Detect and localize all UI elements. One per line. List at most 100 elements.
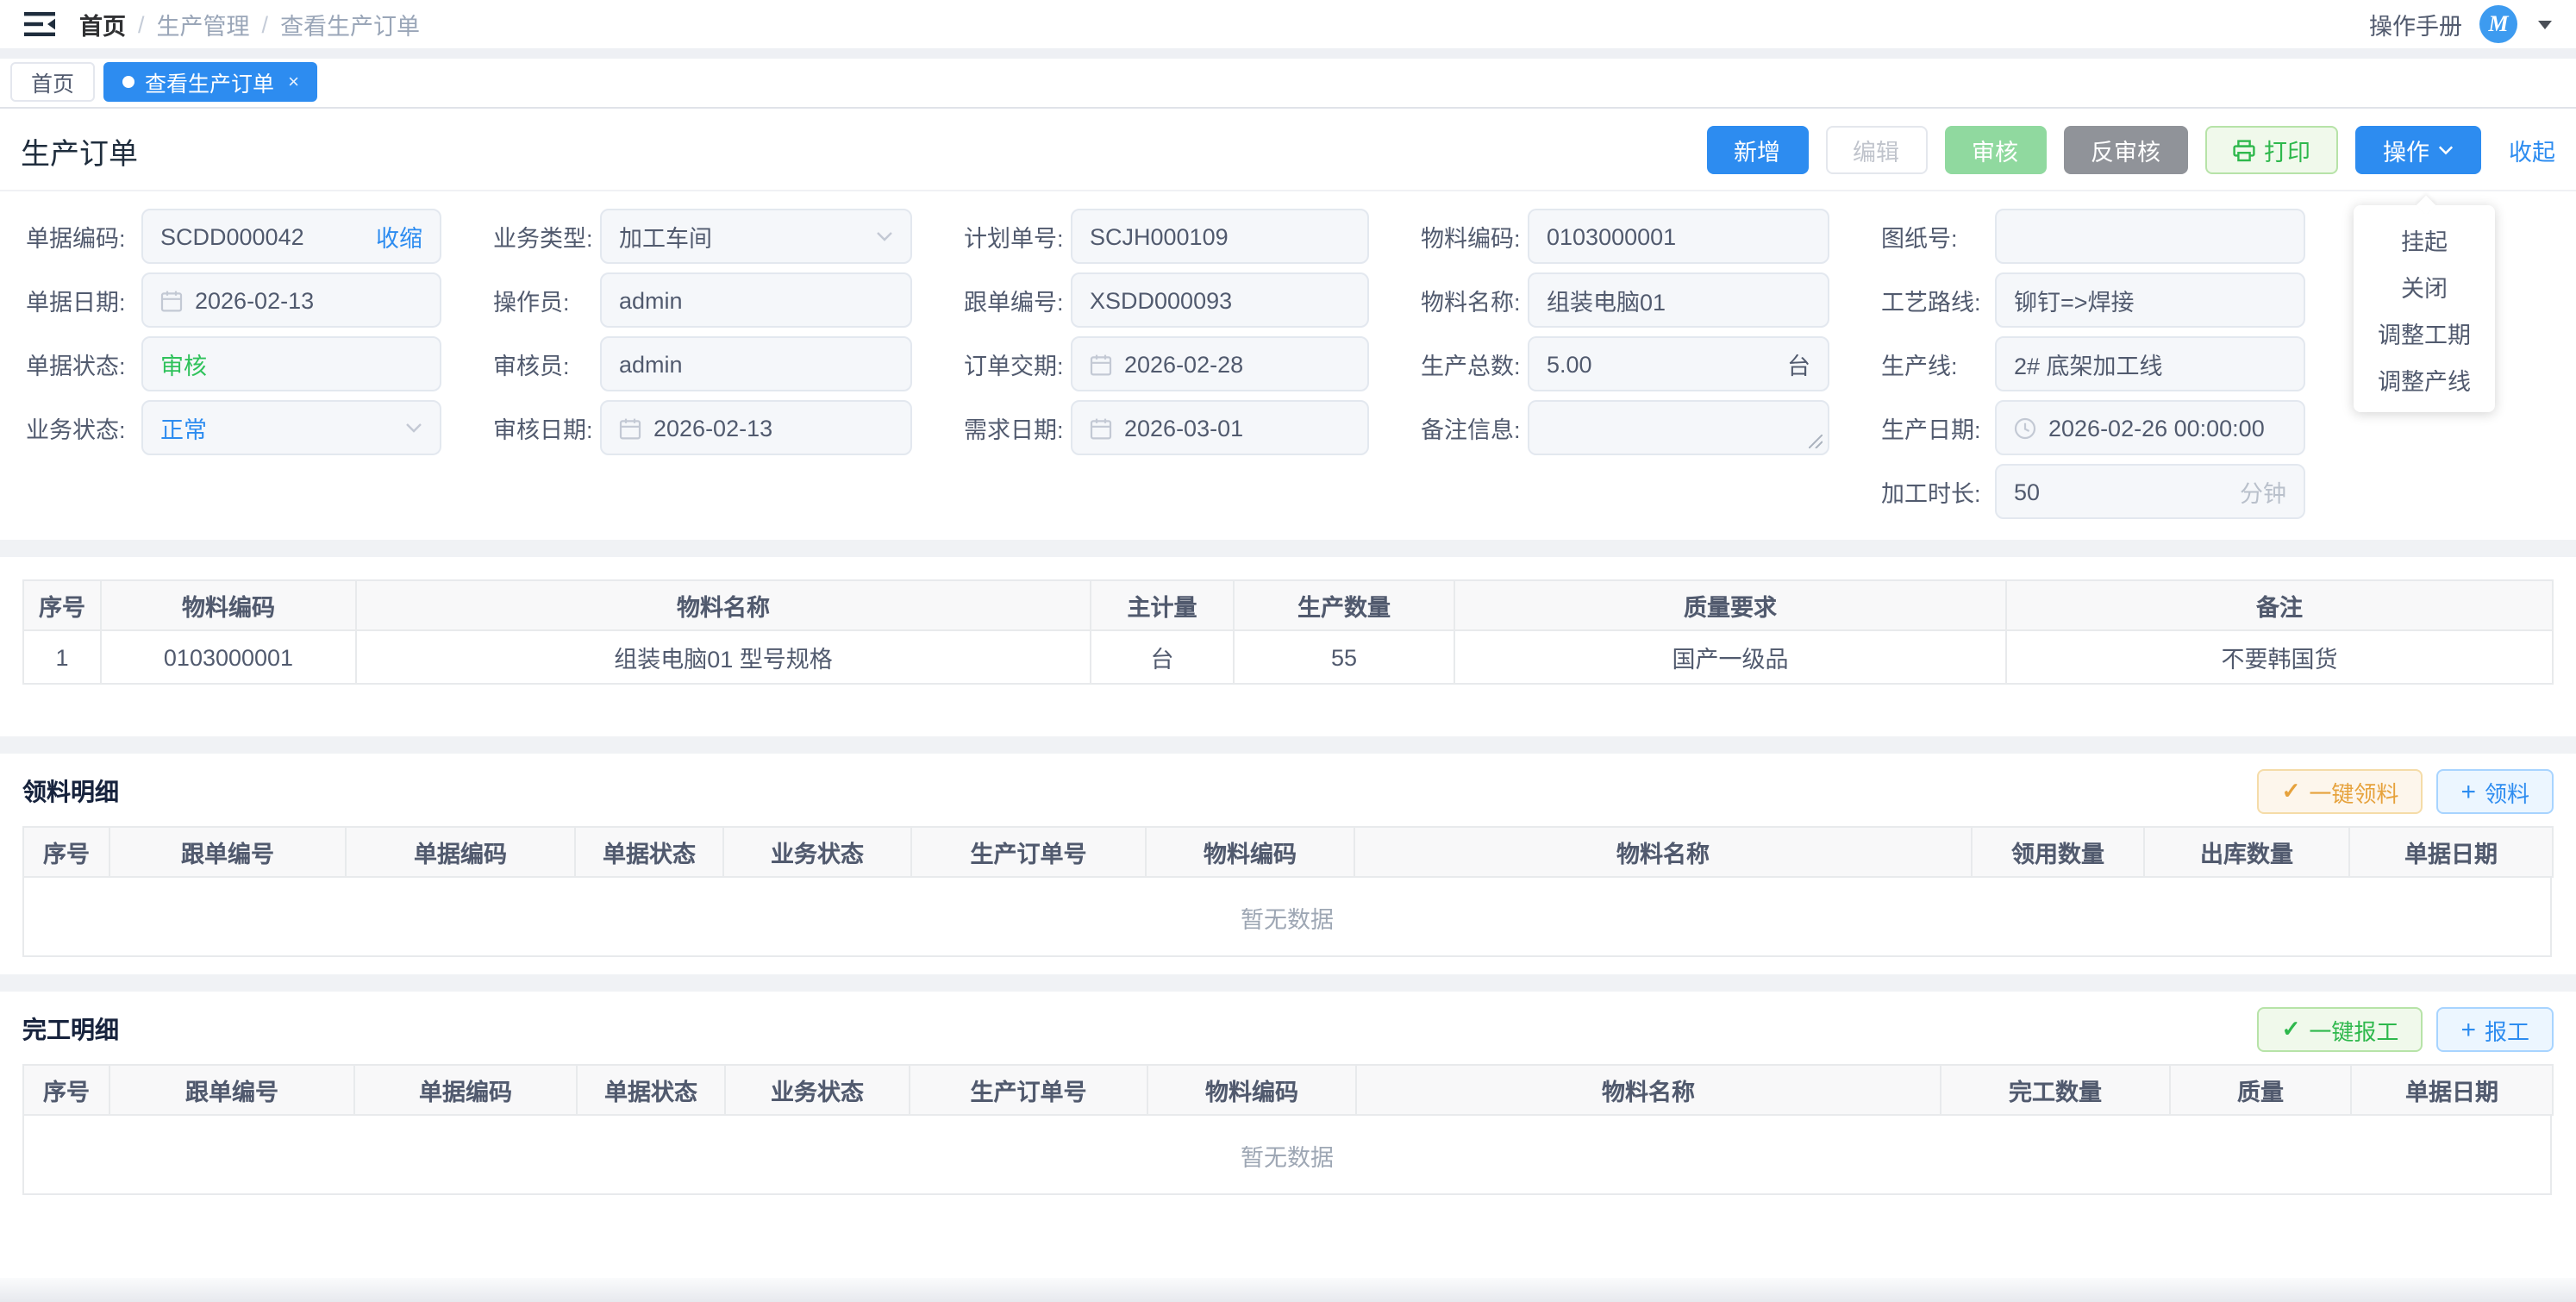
completion-buttons: ✓ 一键报工 + 报工 [2258, 1007, 2554, 1052]
process-route-input[interactable]: 铆钉=>焊接 [1995, 272, 2305, 328]
pick-label: 领料 [2485, 775, 2529, 808]
table-row[interactable]: 1 0103000001 组装电脑01 型号规格 台 55 国产一级品 不要韩国… [23, 630, 2553, 684]
column-header: 生产订单号 [911, 827, 1146, 877]
biz-status-select[interactable]: 正常 [141, 400, 441, 455]
breadcrumb-home[interactable]: 首页 [79, 7, 126, 41]
cell-remark: 不要韩国货 [2006, 630, 2553, 684]
menu-item-adjust-line[interactable]: 调整产线 [2354, 355, 2495, 402]
operator-input[interactable]: admin [600, 272, 912, 328]
field-operator: 操作员: admin [493, 272, 912, 328]
field-auditor: 审核员: admin [493, 336, 912, 391]
chevron-down-icon [405, 423, 422, 433]
delivery-date-input[interactable]: 2026-02-28 [1071, 336, 1369, 391]
material-detail-section: 序号 物料编码 物料名称 主计量 生产数量 质量要求 备注 1 01030000… [0, 557, 2576, 736]
cell-material-name: 组装电脑01 型号规格 [356, 630, 1091, 684]
print-label: 打印 [2264, 133, 2310, 167]
field-biz-status: 业务状态: 正常 [26, 400, 441, 455]
field-production-line: 生产线: 2# 底架加工线 [1881, 336, 2305, 391]
order-code-input[interactable]: SCDD000042 收缩 [141, 209, 441, 264]
chevron-down-icon [2438, 145, 2454, 155]
quick-pick-label: 一键领料 [2309, 775, 2398, 808]
completion-header: 完工明细 ✓ 一键报工 + 报工 [22, 1005, 2554, 1054]
column-header: 业务状态 [723, 827, 911, 877]
quick-report-button[interactable]: ✓ 一键报工 [2258, 1007, 2423, 1052]
quick-pick-button[interactable]: ✓ 一键领料 [2258, 769, 2423, 814]
tab-home[interactable]: 首页 [10, 62, 95, 102]
order-status-input[interactable]: 审核 [141, 336, 441, 391]
material-code-input[interactable]: 0103000001 [1528, 209, 1829, 264]
tab-home-label: 首页 [31, 66, 74, 98]
print-button[interactable]: 打印 [2205, 126, 2338, 174]
pick-button[interactable]: + 领料 [2436, 769, 2554, 814]
field-total-qty: 生产总数: 5.00 台 [1421, 336, 1829, 391]
avatar[interactable]: M [2479, 5, 2517, 43]
drawing-no-input[interactable] [1995, 209, 2305, 264]
column-header: 生产订单号 [910, 1065, 1147, 1115]
breadcrumb-production[interactable]: 生产管理 [157, 7, 250, 41]
unit-suffix: 台 [1787, 347, 1810, 381]
auditor-input[interactable]: admin [600, 336, 912, 391]
manual-link[interactable]: 操作手册 [2369, 7, 2462, 41]
completion-detail-section: 完工明细 ✓ 一键报工 + 报工 序号 跟单编号 单据编码 单据状态 [0, 992, 2576, 1240]
section-gap [0, 736, 2576, 754]
field-audit-date: 审核日期: 2026-02-13 [493, 400, 912, 455]
column-header: 物料名称 [356, 580, 1091, 630]
field-process-duration: 加工时长: 50 分钟 [1881, 464, 2305, 519]
quick-report-label: 一键报工 [2309, 1013, 2398, 1046]
breadcrumb: 首页 / 生产管理 / 查看生产订单 [79, 7, 420, 41]
menu-item-close[interactable]: 关闭 [2354, 262, 2495, 309]
remark-textarea[interactable] [1528, 400, 1829, 455]
order-date-input[interactable]: 2026-02-13 [141, 272, 441, 328]
field-plan-no: 计划单号: SCJH000109 [964, 209, 1369, 264]
topbar-right: 操作手册 M [2369, 5, 2552, 43]
plan-no-input[interactable]: SCJH000109 [1071, 209, 1369, 264]
process-duration-input[interactable]: 50 分钟 [1995, 464, 2305, 519]
material-table: 序号 物料编码 物料名称 主计量 生产数量 质量要求 备注 1 01030000… [22, 579, 2554, 685]
total-qty-input[interactable]: 5.00 台 [1528, 336, 1829, 391]
user-menu-caret-icon[interactable] [2538, 20, 2552, 28]
field-order-date: 单据日期: 2026-02-13 [26, 272, 441, 328]
calendar-icon [1090, 353, 1112, 375]
clock-icon [2014, 416, 2036, 439]
edit-button[interactable]: 编辑 [1825, 126, 1927, 174]
menu-item-suspend[interactable]: 挂起 [2354, 216, 2495, 262]
completion-table: 序号 跟单编号 单据编码 单据状态 业务状态 生产订单号 物料编码 物料名称 完… [22, 1064, 2554, 1116]
field-production-date: 生产日期: 2026-02-26 00:00:00 [1881, 400, 2305, 455]
section-gap [0, 974, 2576, 992]
picking-table: 序号 跟单编号 单据编码 单据状态 业务状态 生产订单号 物料编码 物料名称 领… [22, 826, 2554, 878]
production-date-input[interactable]: 2026-02-26 00:00:00 [1995, 400, 2305, 455]
cell-quality: 国产一级品 [1454, 630, 2006, 684]
bottom-scroll-strip[interactable] [0, 1278, 2576, 1302]
minutes-suffix: 分钟 [2240, 474, 2286, 509]
breadcrumb-current: 查看生产订单 [280, 7, 420, 41]
add-button[interactable]: 新增 [1706, 126, 1808, 174]
field-material-name: 物料名称: 组装电脑01 [1421, 272, 1829, 328]
audit-date-input[interactable]: 2026-02-13 [600, 400, 912, 455]
production-line-input[interactable]: 2# 底架加工线 [1995, 336, 2305, 391]
shrink-link[interactable]: 收缩 [376, 219, 422, 254]
form-column-2: 业务类型: 加工车间 操作员: admin 审核员: admin [493, 209, 912, 519]
resize-handle-icon[interactable] [1809, 435, 1823, 448]
menu-fold-icon[interactable] [24, 12, 55, 36]
report-button[interactable]: + 报工 [2436, 1007, 2554, 1052]
audit-button[interactable]: 审核 [1944, 126, 2046, 174]
tab-view-production-order[interactable]: 查看生产订单 × [103, 62, 318, 102]
menu-item-adjust-schedule[interactable]: 调整工期 [2354, 309, 2495, 355]
demand-date-input[interactable]: 2026-03-01 [1071, 400, 1369, 455]
panel-header: 生产订单 新增 编辑 审核 反审核 打印 操作 收 [0, 109, 2576, 191]
column-header: 业务状态 [725, 1065, 910, 1115]
tab-close-icon[interactable]: × [288, 72, 299, 92]
track-no-input[interactable]: XSDD000093 [1071, 272, 1369, 328]
breadcrumb-separator: / [262, 11, 269, 37]
column-header: 物料编码 [101, 580, 356, 630]
biz-type-select[interactable]: 加工车间 [600, 209, 912, 264]
cell-unit: 台 [1091, 630, 1234, 684]
field-drawing-no: 图纸号: [1881, 209, 2305, 264]
tab-bar: 首页 查看生产订单 × [0, 59, 2576, 109]
collapse-panel-link[interactable]: 收起 [2509, 133, 2555, 167]
action-button[interactable]: 操作 [2355, 126, 2481, 174]
unaudit-button[interactable]: 反审核 [2063, 126, 2188, 174]
plus-icon: + [2460, 1017, 2476, 1042]
completion-table-header: 序号 跟单编号 单据编码 单据状态 业务状态 生产订单号 物料编码 物料名称 完… [23, 1065, 2553, 1115]
material-name-input[interactable]: 组装电脑01 [1528, 272, 1829, 328]
